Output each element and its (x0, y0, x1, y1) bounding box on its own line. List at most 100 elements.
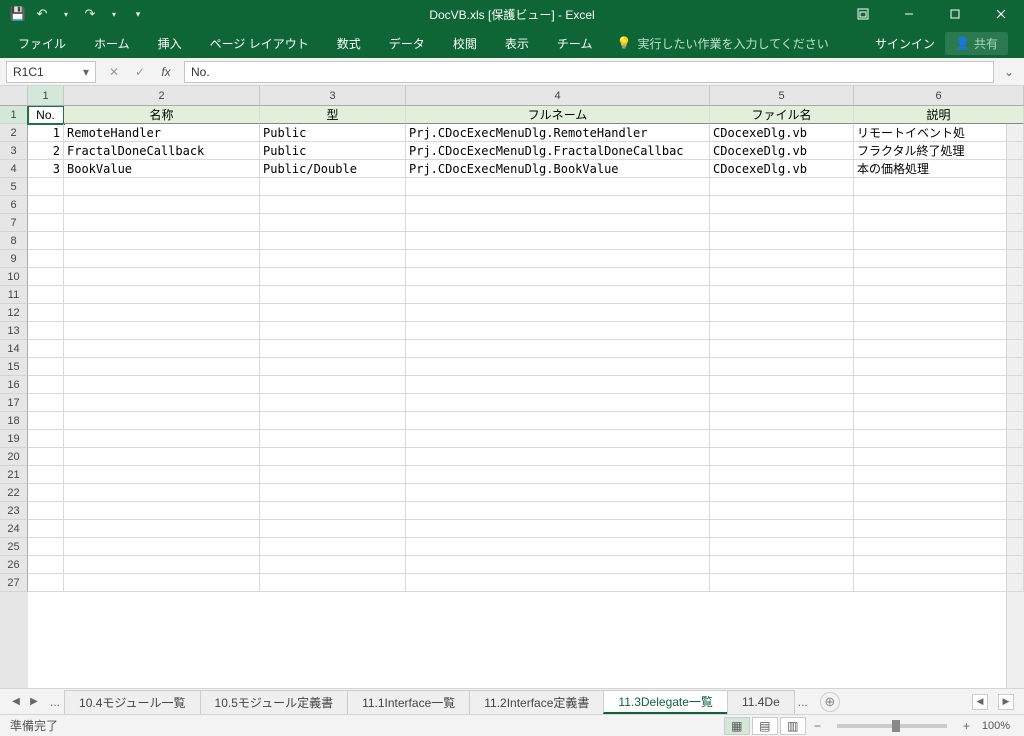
signin-link[interactable]: サインイン (875, 35, 935, 52)
row-header[interactable]: 18 (0, 412, 28, 430)
row-header[interactable]: 22 (0, 484, 28, 502)
zoom-slider[interactable] (837, 724, 947, 728)
tab-team[interactable]: チーム (543, 28, 607, 58)
page-break-view-icon[interactable]: ▥ (780, 717, 806, 735)
table-cell[interactable] (854, 376, 1024, 394)
tab-formulas[interactable]: 数式 (323, 28, 375, 58)
scroll-right-icon[interactable]: ▶ (998, 694, 1014, 710)
table-cell[interactable] (28, 538, 64, 556)
table-cell[interactable] (28, 556, 64, 574)
zoom-level[interactable]: 100% (978, 720, 1014, 732)
table-cell[interactable] (406, 196, 710, 214)
table-cell[interactable] (406, 232, 710, 250)
table-cell[interactable] (710, 430, 854, 448)
fx-button[interactable]: fx (154, 61, 178, 83)
table-cell[interactable] (28, 484, 64, 502)
row-header[interactable]: 4 (0, 160, 28, 178)
table-cell[interactable] (28, 340, 64, 358)
table-cell[interactable] (260, 376, 406, 394)
table-cell[interactable] (64, 268, 260, 286)
table-cell[interactable] (260, 268, 406, 286)
table-cell[interactable] (28, 520, 64, 538)
table-cell[interactable] (64, 232, 260, 250)
worksheet-tab[interactable]: 11.4De (727, 690, 795, 714)
table-cell[interactable] (28, 394, 64, 412)
undo-icon[interactable]: ↶ (32, 4, 52, 24)
table-cell[interactable] (28, 322, 64, 340)
qat-customize-icon[interactable]: ▾ (128, 4, 148, 24)
name-box-dropdown-icon[interactable]: ▾ (83, 65, 89, 79)
table-cell[interactable] (406, 178, 710, 196)
table-cell[interactable] (260, 322, 406, 340)
table-cell[interactable] (64, 520, 260, 538)
table-cell[interactable] (710, 556, 854, 574)
table-cell[interactable] (260, 214, 406, 232)
row-header[interactable]: 27 (0, 574, 28, 592)
row-header[interactable]: 26 (0, 556, 28, 574)
table-cell[interactable] (28, 268, 64, 286)
table-cell[interactable] (854, 412, 1024, 430)
close-button[interactable] (978, 0, 1024, 28)
table-cell[interactable] (64, 304, 260, 322)
maximize-button[interactable] (932, 0, 978, 28)
table-header-cell[interactable]: 名称 (64, 106, 260, 124)
share-button[interactable]: 👤 共有 (945, 32, 1008, 55)
table-cell[interactable] (260, 196, 406, 214)
ribbon-options-icon[interactable] (840, 0, 886, 28)
table-header-cell[interactable]: 説明 (854, 106, 1024, 124)
table-cell[interactable]: 本の価格処理 (854, 160, 1024, 178)
table-cell[interactable] (710, 502, 854, 520)
table-cell[interactable] (854, 520, 1024, 538)
table-cell[interactable] (64, 502, 260, 520)
table-cell[interactable] (260, 502, 406, 520)
table-cell[interactable] (710, 466, 854, 484)
normal-view-icon[interactable]: ▦ (724, 717, 750, 735)
tab-home[interactable]: ホーム (80, 28, 144, 58)
tab-scroll-left-icon[interactable]: ◀ (8, 694, 24, 710)
table-cell[interactable] (710, 178, 854, 196)
table-cell[interactable] (710, 448, 854, 466)
row-header[interactable]: 5 (0, 178, 28, 196)
column-header[interactable]: 4 (406, 86, 710, 106)
row-header[interactable]: 3 (0, 142, 28, 160)
table-cell[interactable] (854, 340, 1024, 358)
column-header[interactable]: 2 (64, 86, 260, 106)
table-cell[interactable] (260, 358, 406, 376)
table-cell[interactable] (260, 430, 406, 448)
table-cell[interactable] (406, 304, 710, 322)
table-cell[interactable]: CDocexeDlg.vb (710, 124, 854, 142)
table-cell[interactable] (260, 304, 406, 322)
table-cell[interactable] (854, 322, 1024, 340)
table-cell[interactable] (406, 502, 710, 520)
name-box[interactable]: R1C1 ▾ (6, 61, 96, 83)
table-cell[interactable] (710, 358, 854, 376)
table-cell[interactable]: 1 (28, 124, 64, 142)
row-header[interactable]: 12 (0, 304, 28, 322)
tabs-overflow-right[interactable]: ... (794, 695, 812, 709)
table-cell[interactable]: RemoteHandler (64, 124, 260, 142)
row-header[interactable]: 10 (0, 268, 28, 286)
table-cell[interactable] (64, 466, 260, 484)
table-cell[interactable] (64, 394, 260, 412)
row-header[interactable]: 8 (0, 232, 28, 250)
table-cell[interactable] (406, 574, 710, 592)
table-cell[interactable] (710, 196, 854, 214)
table-cell[interactable] (854, 430, 1024, 448)
table-cell[interactable] (710, 574, 854, 592)
table-cell[interactable] (854, 538, 1024, 556)
tabs-overflow-left[interactable]: ... (46, 695, 64, 709)
table-cell[interactable] (260, 340, 406, 358)
table-cell[interactable]: Prj.CDocExecMenuDlg.BookValue (406, 160, 710, 178)
table-cell[interactable] (406, 430, 710, 448)
table-cell[interactable] (710, 214, 854, 232)
table-header-cell[interactable]: No. (28, 106, 64, 124)
undo-dropdown-icon[interactable]: ▾ (56, 4, 76, 24)
table-cell[interactable] (854, 232, 1024, 250)
table-cell[interactable] (406, 268, 710, 286)
table-cell[interactable] (28, 430, 64, 448)
table-cell[interactable] (28, 250, 64, 268)
table-cell[interactable] (64, 286, 260, 304)
table-cell[interactable] (854, 178, 1024, 196)
table-cell[interactable] (406, 538, 710, 556)
table-cell[interactable] (710, 268, 854, 286)
